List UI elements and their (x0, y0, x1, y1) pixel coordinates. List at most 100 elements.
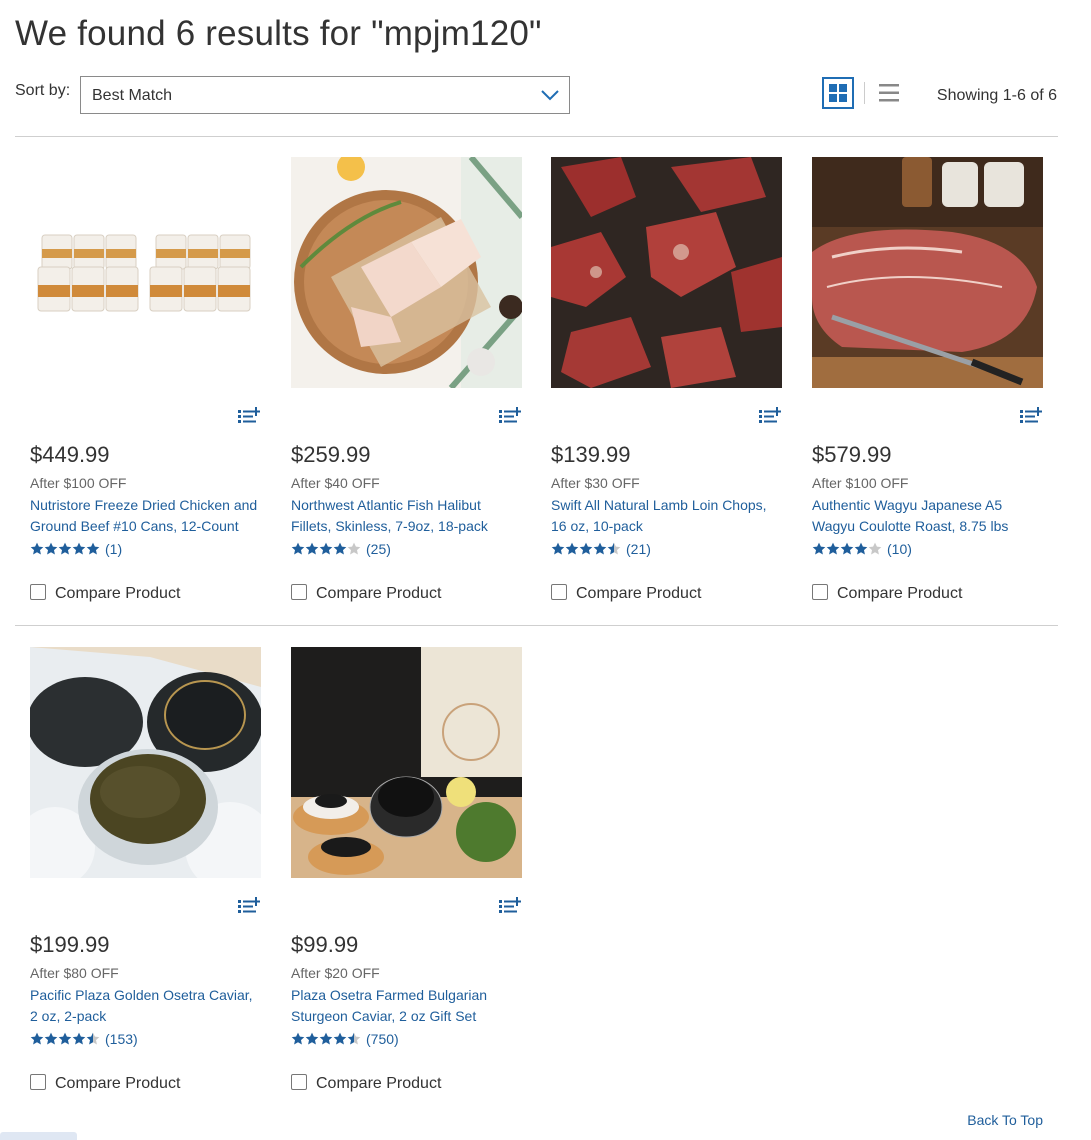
compare-product[interactable]: Compare Product (291, 1074, 441, 1093)
star-icon (44, 1032, 58, 1045)
star-icon (551, 542, 565, 555)
compare-product[interactable]: Compare Product (551, 584, 701, 603)
star-icon (826, 542, 840, 555)
page-title: We found 6 results for "mpjm120" (15, 14, 542, 53)
add-to-list-glyph (238, 407, 261, 423)
list-view-button[interactable] (878, 82, 900, 104)
star-icon (812, 542, 826, 555)
add-to-list-glyph (759, 407, 782, 423)
divider-top (15, 136, 1058, 137)
star-icon (593, 542, 607, 555)
back-to-top-link[interactable]: Back To Top (967, 1112, 1043, 1128)
results-count: Showing 1-6 of 6 (936, 87, 1057, 104)
osetra-caviar-tins-image (30, 647, 261, 878)
compare-checkbox[interactable] (291, 584, 307, 600)
product-name-link[interactable]: Plaza Osetra Farmed Bulgarian Sturgeon C… (291, 985, 523, 1027)
compare-product[interactable]: Compare Product (30, 584, 180, 603)
product-image[interactable] (30, 647, 261, 878)
add-to-list-icon[interactable] (759, 407, 782, 425)
add-to-list-icon[interactable] (1020, 407, 1043, 425)
review-count: (153) (105, 1030, 138, 1047)
halibut-fillets-image (291, 157, 522, 388)
compare-label: Compare Product (55, 585, 181, 602)
sort-label: Sort by: (15, 82, 71, 99)
add-to-list-icon[interactable] (238, 407, 261, 425)
product-name-link[interactable]: Nutristore Freeze Dried Chicken and Grou… (30, 495, 262, 537)
product-name-link[interactable]: Authentic Wagyu Japanese A5 Wagyu Coulot… (812, 495, 1044, 537)
product-image[interactable] (30, 157, 261, 388)
star-icon (44, 542, 58, 555)
feedback-tab[interactable] (0, 1132, 77, 1140)
product-card: $449.99 After $100 OFF Nutristore Freeze… (30, 157, 262, 617)
freeze-dried-cans-image (30, 157, 261, 388)
star-icon (868, 542, 882, 555)
star-icon (305, 1032, 319, 1045)
product-name-link[interactable]: Pacific Plaza Golden Osetra Caviar, 2 oz… (30, 985, 262, 1027)
add-to-list-glyph (1020, 407, 1043, 423)
divider-row (15, 625, 1058, 626)
compare-product[interactable]: Compare Product (291, 584, 441, 603)
review-count: (25) (366, 540, 391, 557)
star-icon (72, 542, 86, 555)
compare-checkbox[interactable] (30, 1074, 46, 1090)
product-name-link[interactable]: Swift All Natural Lamb Loin Chops, 16 oz… (551, 495, 783, 537)
star-icon (319, 542, 333, 555)
product-price: $139.99 (551, 442, 631, 467)
caviar-gift-set-image (291, 647, 522, 878)
star-icon (333, 542, 347, 555)
star-icon (30, 542, 44, 555)
product-price: $259.99 (291, 442, 371, 467)
compare-label: Compare Product (576, 585, 702, 602)
product-rating[interactable]: (1) (30, 540, 123, 557)
compare-label: Compare Product (316, 1075, 442, 1092)
compare-checkbox[interactable] (30, 584, 46, 600)
review-count: (1) (105, 540, 123, 557)
star-icon (607, 542, 621, 555)
compare-checkbox[interactable] (291, 1074, 307, 1090)
add-to-list-icon[interactable] (238, 897, 261, 915)
compare-checkbox[interactable] (812, 584, 828, 600)
review-count: (750) (366, 1030, 399, 1047)
lamb-chops-image (551, 157, 782, 388)
product-discount: After $100 OFF (30, 475, 127, 491)
product-image[interactable] (812, 157, 1043, 388)
add-to-list-glyph (499, 897, 522, 913)
product-rating[interactable]: (750) (291, 1030, 399, 1047)
star-icon (58, 542, 72, 555)
product-rating[interactable]: (153) (30, 1030, 138, 1047)
star-icon (30, 1032, 44, 1045)
product-rating[interactable]: (25) (291, 540, 391, 557)
product-image[interactable] (291, 157, 522, 388)
compare-checkbox[interactable] (551, 584, 567, 600)
product-rating[interactable]: (21) (551, 540, 651, 557)
review-count: (10) (887, 540, 912, 557)
rating-stars (291, 1030, 361, 1047)
product-card: $99.99 After $20 OFF Plaza Osetra Farmed… (291, 647, 523, 1107)
grid-view-icon (829, 84, 847, 102)
rating-stars (30, 540, 100, 557)
star-icon (291, 1032, 305, 1045)
grid-view-button[interactable] (822, 77, 854, 109)
product-rating[interactable]: (10) (812, 540, 912, 557)
rating-stars (812, 540, 882, 557)
star-icon (319, 1032, 333, 1045)
product-card: $579.99 After $100 OFF Authentic Wagyu J… (812, 157, 1044, 617)
product-name-link[interactable]: Northwest Atlantic Fish Halibut Fillets,… (291, 495, 523, 537)
star-icon (72, 1032, 86, 1045)
product-image[interactable] (291, 647, 522, 878)
product-image[interactable] (551, 157, 782, 388)
add-to-list-icon[interactable] (499, 407, 522, 425)
sort-select[interactable]: Best Match (80, 76, 570, 114)
chevron-down-icon (541, 90, 559, 101)
product-price: $579.99 (812, 442, 892, 467)
rating-stars (30, 1030, 100, 1047)
compare-product[interactable]: Compare Product (812, 584, 962, 603)
star-icon (305, 542, 319, 555)
add-to-list-icon[interactable] (499, 897, 522, 915)
product-price: $99.99 (291, 932, 359, 957)
compare-product[interactable]: Compare Product (30, 1074, 180, 1093)
star-icon (86, 542, 100, 555)
view-divider (864, 82, 865, 104)
star-icon (58, 1032, 72, 1045)
star-icon (347, 1032, 361, 1045)
